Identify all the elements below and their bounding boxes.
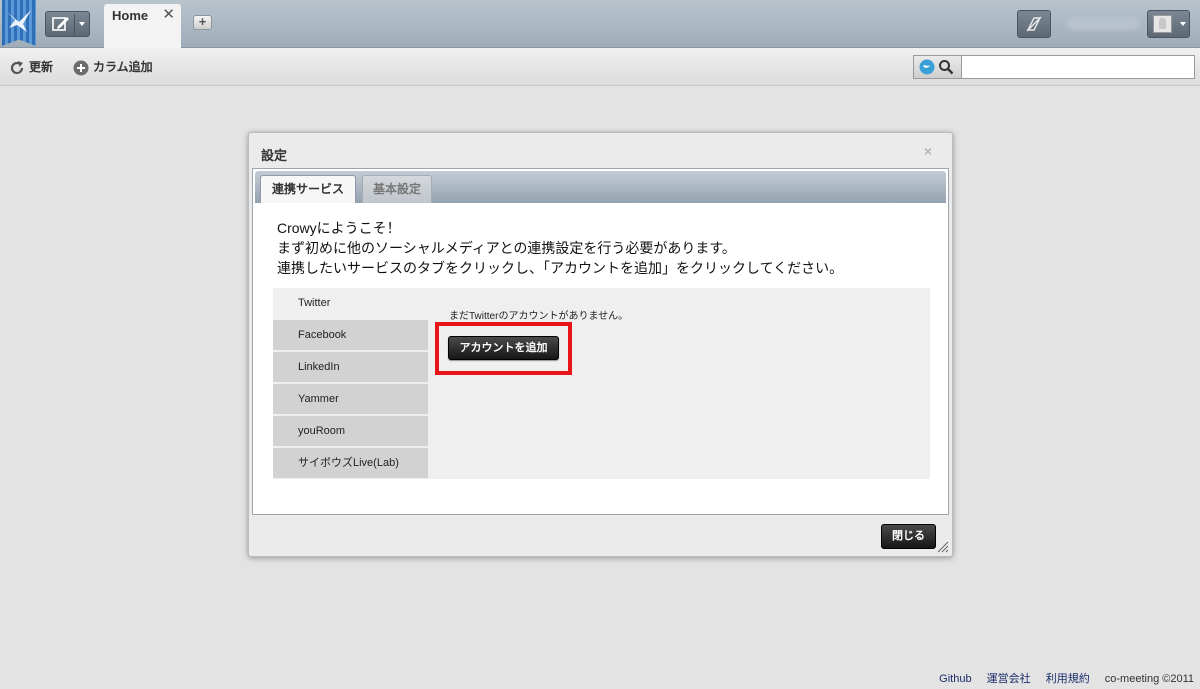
- services-tab-content: Crowyにようこそ！ まず初めに他のソーシャルメディアとの連携設定を行う必要が…: [255, 203, 946, 494]
- search-input[interactable]: [962, 56, 1192, 78]
- no-account-message: まだTwitterのアカウントがありません。: [449, 311, 629, 322]
- service-list: Twitter Facebook LinkedIn Yammer youRoom…: [273, 288, 428, 480]
- close-button[interactable]: 閉じる: [881, 524, 936, 549]
- footer-link-company[interactable]: 運営会社: [987, 673, 1031, 685]
- compose-icon: [52, 17, 69, 31]
- settings-dialog: 設定 × 連携サービス 基本設定 Crowyにようこそ！ まず初めに他のソーシャ…: [248, 132, 953, 557]
- split-divider: [74, 14, 75, 34]
- service-tab-youroom[interactable]: youRoom: [273, 416, 428, 446]
- service-tab-facebook[interactable]: Facebook: [273, 320, 428, 350]
- chevron-down-icon[interactable]: [79, 22, 85, 26]
- service-tab-linkedin[interactable]: LinkedIn: [273, 352, 428, 382]
- search-service-selector[interactable]: [914, 56, 962, 78]
- tab-services[interactable]: 連携サービス: [260, 175, 356, 203]
- resize-grip-icon[interactable]: [937, 541, 949, 553]
- mute-button[interactable]: [1017, 10, 1051, 38]
- service-tab-yammer[interactable]: Yammer: [273, 384, 428, 414]
- chevron-down-icon: [1180, 22, 1186, 26]
- top-bar: Home ✕ +: [0, 0, 1200, 48]
- tab-basic-settings[interactable]: 基本設定: [362, 175, 432, 203]
- footer-link-terms[interactable]: 利用規約: [1046, 673, 1090, 685]
- dialog-close-icon[interactable]: ×: [924, 143, 932, 159]
- services-area: Twitter Facebook LinkedIn Yammer youRoom…: [273, 288, 930, 479]
- crowy-logo[interactable]: [2, 0, 36, 46]
- add-column-label: カラム追加: [93, 60, 153, 74]
- refresh-label: 更新: [29, 60, 54, 74]
- tab-home-label: Home: [112, 8, 149, 23]
- welcome-line: 連携したいサービスのタブをクリックし、「アカウントを追加」をクリックしてください…: [277, 260, 844, 276]
- settings-tab-strip: 連携サービス 基本設定: [255, 171, 946, 203]
- search-box[interactable]: [913, 55, 1195, 79]
- footer: Github 運営会社 利用規約 co-meeting ©2011: [927, 670, 1194, 686]
- username-blurred: [1066, 18, 1140, 30]
- dialog-title: 設定: [261, 148, 288, 163]
- new-tab-button[interactable]: +: [193, 15, 212, 30]
- welcome-message: Crowyにようこそ！ まず初めに他のソーシャルメディアとの連携設定を行う必要が…: [277, 218, 843, 278]
- refresh-button[interactable]: 更新: [9, 58, 53, 76]
- welcome-line: まず初めに他のソーシャルメディアとの連携設定を行う必要があります。: [277, 240, 736, 256]
- add-column-button[interactable]: カラム追加: [73, 58, 153, 76]
- bird-icon: [7, 10, 31, 32]
- copyright: co-meeting ©2011: [1104, 673, 1194, 685]
- service-tab-twitter[interactable]: Twitter: [273, 288, 428, 318]
- close-icon[interactable]: ✕: [162, 5, 175, 23]
- plus-circle-icon: [73, 60, 89, 76]
- tab-home[interactable]: Home ✕: [104, 4, 181, 48]
- refresh-icon: [10, 60, 24, 74]
- mute-icon: [1026, 16, 1042, 32]
- welcome-line: Crowyにようこそ！: [277, 220, 401, 236]
- compose-button[interactable]: [45, 11, 90, 37]
- search-icon: [939, 60, 954, 75]
- service-tab-cybozu-live[interactable]: サイボウズLive(Lab): [273, 448, 428, 478]
- add-account-button[interactable]: アカウントを追加: [448, 336, 559, 360]
- settings-panel: 連携サービス 基本設定 Crowyにようこそ！ まず初めに他のソーシャルメディア…: [252, 168, 949, 515]
- account-menu-button[interactable]: [1147, 10, 1190, 38]
- footer-link-github[interactable]: Github: [939, 673, 971, 685]
- avatar: [1153, 15, 1172, 33]
- twitter-icon: [919, 59, 935, 75]
